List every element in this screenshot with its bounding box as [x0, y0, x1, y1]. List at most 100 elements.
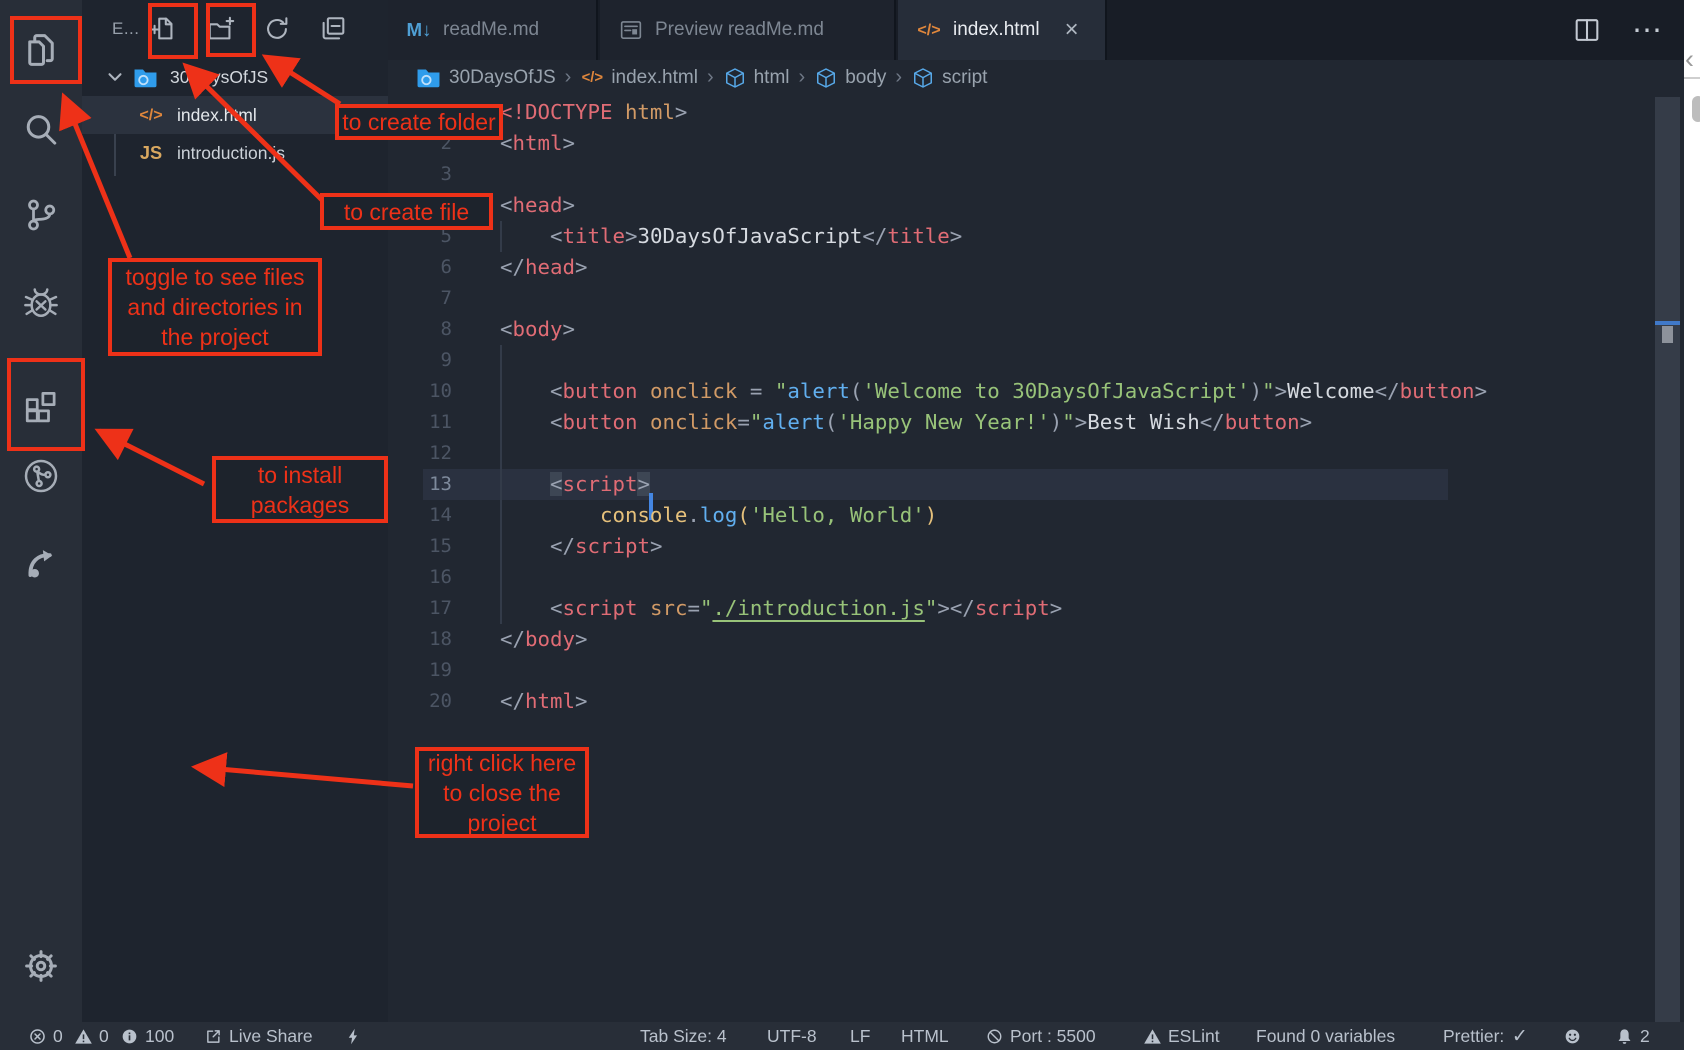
status-utf-8[interactable]: UTF-8	[767, 1022, 817, 1050]
line-number[interactable]: 18	[388, 624, 452, 655]
scrollbar-thumb[interactable]	[1662, 326, 1673, 343]
line-number[interactable]: 20	[388, 686, 452, 717]
status-port-5500[interactable]: Port : 5500	[985, 1022, 1096, 1050]
breadcrumb-item-body[interactable]: body	[814, 66, 886, 90]
vscode-window: { "annotation_color": "#ee3118", "activi…	[0, 0, 1700, 1050]
status-0[interactable]: 0	[28, 1022, 63, 1050]
file-label: index.html	[177, 105, 257, 126]
code-line-5[interactable]: <title>30DaysOfJavaScript</title>	[500, 221, 962, 252]
status-2[interactable]: 2	[1615, 1022, 1650, 1050]
status-lightning[interactable]	[344, 1022, 363, 1050]
line-number[interactable]: 19	[388, 655, 452, 686]
tab-index.html[interactable]: </>index.html×	[898, 0, 1107, 60]
code-line-2[interactable]: <html>	[500, 128, 575, 159]
code-token: html	[525, 689, 575, 713]
code-token: alert	[787, 379, 849, 403]
status-tab-size-4[interactable]: Tab Size: 4	[640, 1022, 727, 1050]
code-token: button	[562, 379, 637, 403]
host-scrollbar-thumb[interactable]	[1692, 96, 1700, 122]
code-line-1[interactable]: <!DOCTYPE html>	[500, 97, 687, 128]
line-number[interactable]: 11	[388, 407, 452, 438]
code-line-4[interactable]: <head>	[500, 190, 575, 221]
code-token: body	[525, 627, 575, 651]
tree-root-folder[interactable]: 30DaysOfJS	[82, 58, 388, 96]
line-number[interactable]: 6	[388, 252, 452, 283]
status-0[interactable]: 0	[74, 1022, 109, 1050]
root-folder-label: 30DaysOfJS	[170, 67, 268, 88]
breadcrumb-separator: ›	[707, 66, 714, 89]
code-editor[interactable]: 1<!DOCTYPE html>2<html>34<head>5 <title>…	[388, 95, 1655, 1022]
activity-item-source-control[interactable]	[21, 195, 61, 235]
more-actions-button[interactable]: ⋯	[1632, 0, 1662, 60]
line-number[interactable]: 15	[388, 531, 452, 562]
refresh-button[interactable]	[262, 14, 292, 44]
close-icon[interactable]: ×	[1065, 18, 1079, 42]
tab-label: readMe.md	[443, 19, 539, 41]
code-token: body	[513, 317, 563, 341]
status-100[interactable]: 100	[120, 1022, 174, 1050]
code-token: html	[513, 131, 563, 155]
breadcrumb-item-html[interactable]: html	[723, 66, 790, 90]
cube-icon	[911, 66, 935, 90]
status-smiley[interactable]	[1563, 1022, 1582, 1050]
code-token	[500, 379, 550, 403]
code-token: >	[575, 255, 588, 279]
code-token: <	[550, 472, 563, 496]
line-number[interactable]: 14	[388, 500, 452, 531]
line-number[interactable]: 8	[388, 314, 452, 345]
line-number[interactable]: 7	[388, 283, 452, 314]
line-number[interactable]: 12	[388, 438, 452, 469]
split-editor-button[interactable]	[1572, 0, 1602, 60]
code-line-11[interactable]: <button onclick="alert('Happy New Year!'…	[500, 407, 1312, 438]
code-token: >	[562, 193, 575, 217]
line-number[interactable]: 10	[388, 376, 452, 407]
status-label: ESLint	[1168, 1026, 1220, 1047]
code-line-17[interactable]: <script src="./introduction.js"></script…	[500, 593, 1062, 624]
tab-readMe.md[interactable]: M↓readMe.md	[388, 0, 598, 60]
line-number[interactable]: 17	[388, 593, 452, 624]
code-token: 'Hello, World'	[750, 503, 925, 527]
activity-item-search[interactable]	[21, 110, 61, 150]
scrollbar-track[interactable]	[1655, 97, 1680, 1022]
breadcrumb-item-index.html[interactable]: </>index.html	[580, 66, 698, 90]
code-line-18[interactable]: </body>	[500, 624, 587, 655]
code-line-14[interactable]: console.log('Hello, World')	[500, 500, 937, 531]
status-bar: 00 100 Live Share Tab Size: 4 UTF-8 LF HTML Por…	[0, 1022, 1684, 1050]
status-lf[interactable]: LF	[850, 1022, 870, 1050]
code-token: <	[500, 193, 513, 217]
code-token: </	[862, 224, 887, 248]
line-number[interactable]: 3	[388, 159, 452, 190]
code-token: =	[737, 410, 750, 434]
status-live-share[interactable]: Live Share	[204, 1022, 313, 1050]
breadcrumb-separator: ›	[565, 66, 572, 89]
tab-Preview readMe.md[interactable]: Preview readMe.md	[600, 0, 896, 60]
annotation-create-folder-label: to create folder	[335, 104, 503, 140]
activity-item-debug[interactable]	[21, 282, 61, 322]
editor-tab-bar: M↓readMe.mdPreview readMe.md</>index.htm…	[388, 0, 1684, 60]
activity-item-remote[interactable]	[21, 456, 61, 496]
status-label: LF	[850, 1026, 870, 1047]
line-number[interactable]: 13	[388, 469, 452, 500]
folder-icon	[415, 64, 442, 91]
code-line-20[interactable]: </html>	[500, 686, 587, 717]
status-prettier-[interactable]: Prettier:✓	[1443, 1022, 1529, 1050]
breadcrumb-item-script[interactable]: script	[911, 66, 987, 90]
code-line-15[interactable]: </script>	[500, 531, 662, 562]
breadcrumb-separator: ›	[799, 66, 806, 89]
status-html[interactable]: HTML	[901, 1022, 949, 1050]
collapse-all-button[interactable]	[318, 14, 348, 44]
breadcrumb-item-30DaysOfJS[interactable]: 30DaysOfJS	[415, 64, 556, 91]
line-number[interactable]: 16	[388, 562, 452, 593]
line-number[interactable]: 9	[388, 345, 452, 376]
chevron-down-icon	[104, 66, 126, 88]
activity-item-live-share[interactable]	[21, 542, 61, 582]
code-line-8[interactable]: <body>	[500, 314, 575, 345]
code-line-13[interactable]: <script>	[500, 469, 650, 500]
status-eslint[interactable]: ESLint	[1143, 1022, 1220, 1050]
status-found-0-variables[interactable]: Found 0 variables	[1256, 1022, 1395, 1050]
code-token	[637, 410, 650, 434]
code-token: >	[950, 224, 963, 248]
activity-item-settings[interactable]	[21, 946, 61, 986]
code-line-10[interactable]: <button onclick = "alert('Welcome to 30D…	[500, 376, 1487, 407]
code-line-6[interactable]: </head>	[500, 252, 587, 283]
